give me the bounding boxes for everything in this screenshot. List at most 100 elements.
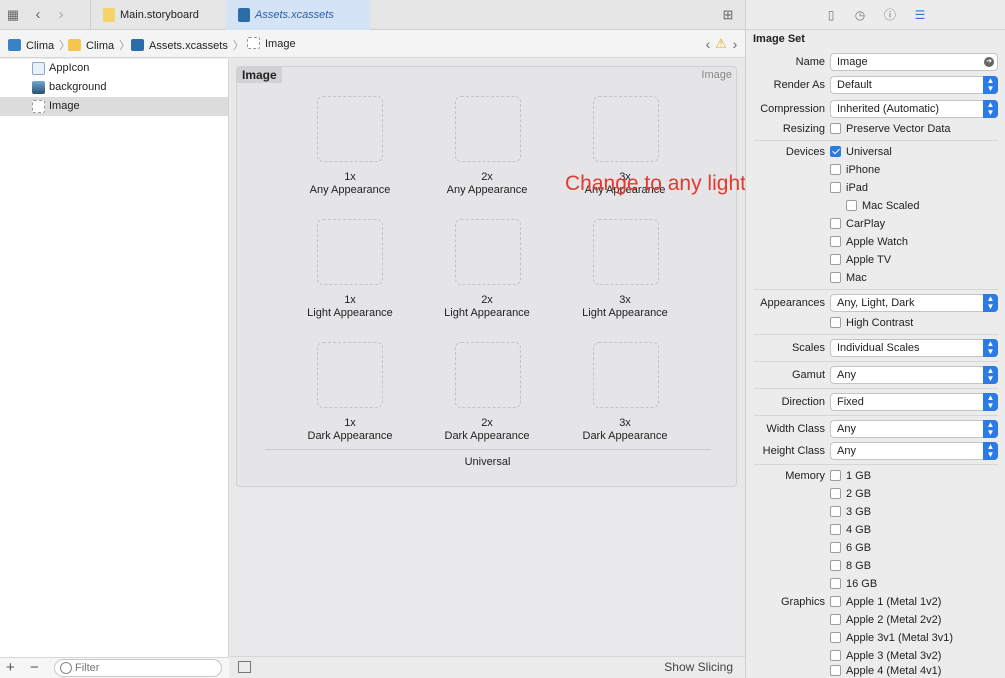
device-ipad-checkbox[interactable]: iPad [830,181,868,195]
image-thumbnail-icon [32,81,45,94]
image-set-name[interactable]: Image [237,67,282,83]
checkbox-box[interactable] [830,146,841,157]
file-inspector-icon[interactable]: ▯ [824,8,838,22]
graphics-checkbox[interactable]: Apple 3 (Metal 3v2) [830,649,941,663]
tab-main-storyboard[interactable]: Main.storyboard [90,0,226,30]
popup-stepper-icon: ▲ ▼ [983,76,998,94]
next-issue-icon[interactable]: › [727,36,743,52]
device-mac-scaled-checkbox[interactable]: Mac Scaled [846,199,919,213]
name-field[interactable]: Image ➜ [830,53,998,71]
render-as-select[interactable]: Default ▲ ▼ [830,76,998,94]
checkbox-box[interactable] [830,650,841,661]
checkbox-box[interactable] [830,236,841,247]
outline-toggle-icon[interactable] [238,661,251,673]
attributes-inspector-icon[interactable]: ☰ [913,8,927,22]
image-slot[interactable] [455,342,521,408]
help-icon[interactable]: ⓘ [883,8,897,22]
grid-icon[interactable]: ▦ [5,7,21,23]
forward-arrow-icon[interactable]: › [53,7,69,23]
remove-button[interactable]: − [30,659,39,676]
checkbox-box[interactable] [846,200,857,211]
memory-checkbox[interactable]: 8 GB [830,559,871,573]
slot-label: 2x Dark Appearance [444,417,530,442]
memory-label: Memory [785,470,825,482]
breadcrumb-label: Image [265,38,296,50]
image-slot[interactable] [593,219,659,285]
preserve-vector-checkbox[interactable]: Preserve Vector Data [830,122,951,136]
checkbox-box[interactable] [830,123,841,134]
width-class-select[interactable]: Any ▲ ▼ [830,420,998,438]
filter-field[interactable] [54,659,222,677]
image-slot[interactable] [455,219,521,285]
checkbox-box[interactable] [830,524,841,535]
graphics-label: Graphics [780,596,825,608]
memory-checkbox[interactable]: 1 GB [830,469,871,483]
checkbox-box[interactable] [830,596,841,607]
list-item-image[interactable]: Image [0,97,228,116]
add-editor-icon[interactable]: ⊞ [720,7,736,23]
filter-input[interactable] [75,661,215,675]
checkbox-label: 16 GB [846,578,878,590]
graphics-checkbox[interactable]: Apple 1 (Metal 1v2) [830,595,941,609]
image-slot[interactable] [593,96,659,162]
width-class-value: Any [837,423,856,435]
memory-checkbox[interactable]: 16 GB [830,577,877,591]
device-iphone-checkbox[interactable]: iPhone [830,163,880,177]
checkbox-box[interactable] [830,164,841,175]
graphics-checkbox[interactable]: Apple 4 (Metal 4v1) [830,664,941,678]
compression-select[interactable]: Inherited (Automatic) ▲ ▼ [830,100,998,118]
direction-select[interactable]: Fixed ▲ ▼ [830,393,998,411]
device-carplay-checkbox[interactable]: CarPlay [830,217,885,231]
device-universal-checkbox[interactable]: Universal [830,145,892,159]
device-apple-tv-checkbox[interactable]: Apple TV [830,253,891,267]
checkbox-box[interactable] [830,470,841,481]
checkbox-box[interactable] [830,254,841,265]
checkbox-label: iPad [846,182,869,194]
breadcrumb-image[interactable]: Image [247,37,296,50]
checkbox-box[interactable] [830,488,841,499]
image-slot[interactable] [593,342,659,408]
device-apple-watch-checkbox[interactable]: Apple Watch [830,235,908,249]
divider [754,289,998,290]
checkbox-box[interactable] [830,665,841,676]
back-arrow-icon[interactable]: ‹ [30,7,46,23]
checkbox-box[interactable] [830,614,841,625]
gamut-select[interactable]: Any ▲ ▼ [830,366,998,384]
memory-checkbox[interactable]: 3 GB [830,505,871,519]
add-button[interactable]: + [6,659,15,676]
memory-checkbox[interactable]: 4 GB [830,523,871,537]
list-item-background[interactable]: background [0,78,228,97]
checkbox-box[interactable] [830,272,841,283]
go-arrow-icon[interactable]: ➜ [984,57,994,67]
breadcrumb-label: Clima [26,40,55,52]
height-class-select[interactable]: Any ▲ ▼ [830,442,998,460]
image-slot[interactable] [455,96,521,162]
checkbox-box[interactable] [830,182,841,193]
memory-checkbox[interactable]: 6 GB [830,541,871,555]
tab-assets-xcassets[interactable]: Assets.xcassets [226,0,370,30]
checkbox-box[interactable] [830,218,841,229]
checkbox-box[interactable] [830,560,841,571]
history-icon[interactable]: ◷ [853,8,867,22]
graphics-checkbox[interactable]: Apple 2 (Metal 2v2) [830,613,941,627]
list-item-appicon[interactable]: AppIcon [0,59,228,78]
scales-select[interactable]: Individual Scales ▲ ▼ [830,339,998,357]
image-slot[interactable] [317,342,383,408]
appearances-select[interactable]: Any, Light, Dark ▲ ▼ [830,294,998,312]
show-slicing-button[interactable]: Show Slicing [664,660,733,674]
checkbox-box[interactable] [830,578,841,589]
checkbox-box[interactable] [830,632,841,643]
memory-checkbox[interactable]: 2 GB [830,487,871,501]
image-slot[interactable] [317,96,383,162]
checkbox-label: Universal [846,146,892,158]
checkbox-box[interactable] [830,317,841,328]
image-slot[interactable] [317,219,383,285]
breadcrumb-folder[interactable]: Clima 〉 [68,37,130,53]
checkbox-box[interactable] [830,506,841,517]
breadcrumb-project[interactable]: Clima 〉 [8,37,70,53]
breadcrumb-assets[interactable]: Assets.xcassets 〉 [131,37,244,53]
device-mac-checkbox[interactable]: Mac [830,271,867,285]
high-contrast-checkbox[interactable]: High Contrast [830,316,913,330]
checkbox-box[interactable] [830,542,841,553]
graphics-checkbox[interactable]: Apple 3v1 (Metal 3v1) [830,631,953,645]
